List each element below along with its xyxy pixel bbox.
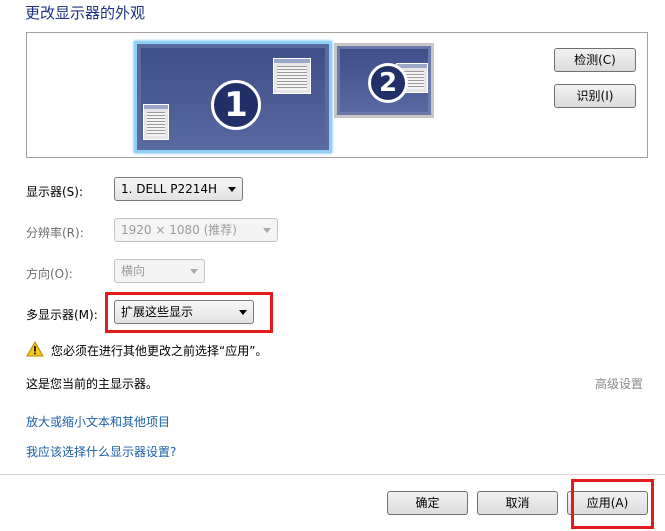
resolution-label: 分辨率(R): xyxy=(26,226,84,240)
detect-button[interactable]: 检测(C) xyxy=(554,48,636,72)
orientation-label: 方向(O): xyxy=(26,267,73,281)
identify-button[interactable]: 识别(I) xyxy=(554,84,636,108)
monitor-2[interactable]: 2 xyxy=(334,43,434,118)
taskbar-window-icon xyxy=(143,104,169,140)
page-title: 更改显示器的外观 xyxy=(25,4,146,22)
multiple-displays-select-value: 扩展这些显示 xyxy=(121,305,194,319)
orientation-select-value: 横向 xyxy=(121,264,146,278)
display-settings-help-link[interactable]: 我应该选择什么显示器设置? xyxy=(26,443,176,460)
cancel-button[interactable]: 取消 xyxy=(477,491,558,515)
footer-separator xyxy=(0,474,665,475)
highlight-box xyxy=(571,479,654,529)
chevron-down-icon xyxy=(239,310,247,315)
display-select[interactable]: 1. DELL P2214H xyxy=(114,177,243,201)
monitor-2-number: 2 xyxy=(368,63,408,103)
resolution-select-value: 1920 × 1080 (推荐) xyxy=(121,223,237,237)
warning-text: 您必须在进行其他更改之前选择“应用”。 xyxy=(51,344,268,358)
chevron-down-icon xyxy=(190,269,198,274)
display-select-value: 1. DELL P2214H xyxy=(121,182,218,196)
enlarge-text-link[interactable]: 放大或缩小文本和其他项目 xyxy=(26,413,170,430)
monitor-1-number: 1 xyxy=(211,80,261,130)
primary-display-text: 这是您当前的主显示器。 xyxy=(26,377,159,391)
advanced-settings-link[interactable]: 高级设置 xyxy=(595,375,643,392)
multiple-displays-select[interactable]: 扩展这些显示 xyxy=(114,300,254,324)
chevron-down-icon xyxy=(228,187,236,192)
window-icon xyxy=(273,58,311,94)
warning-icon xyxy=(26,341,44,357)
resolution-select: 1920 × 1080 (推荐) xyxy=(114,218,278,242)
chevron-down-icon xyxy=(263,228,271,233)
orientation-select: 横向 xyxy=(114,259,205,283)
monitor-preview-area: 1 2 检测(C) 识别(I) xyxy=(26,32,648,158)
monitor-1[interactable]: 1 xyxy=(134,41,332,153)
multiple-displays-label: 多显示器(M): xyxy=(26,308,98,322)
ok-button[interactable]: 确定 xyxy=(387,491,468,515)
display-label: 显示器(S): xyxy=(26,185,84,199)
